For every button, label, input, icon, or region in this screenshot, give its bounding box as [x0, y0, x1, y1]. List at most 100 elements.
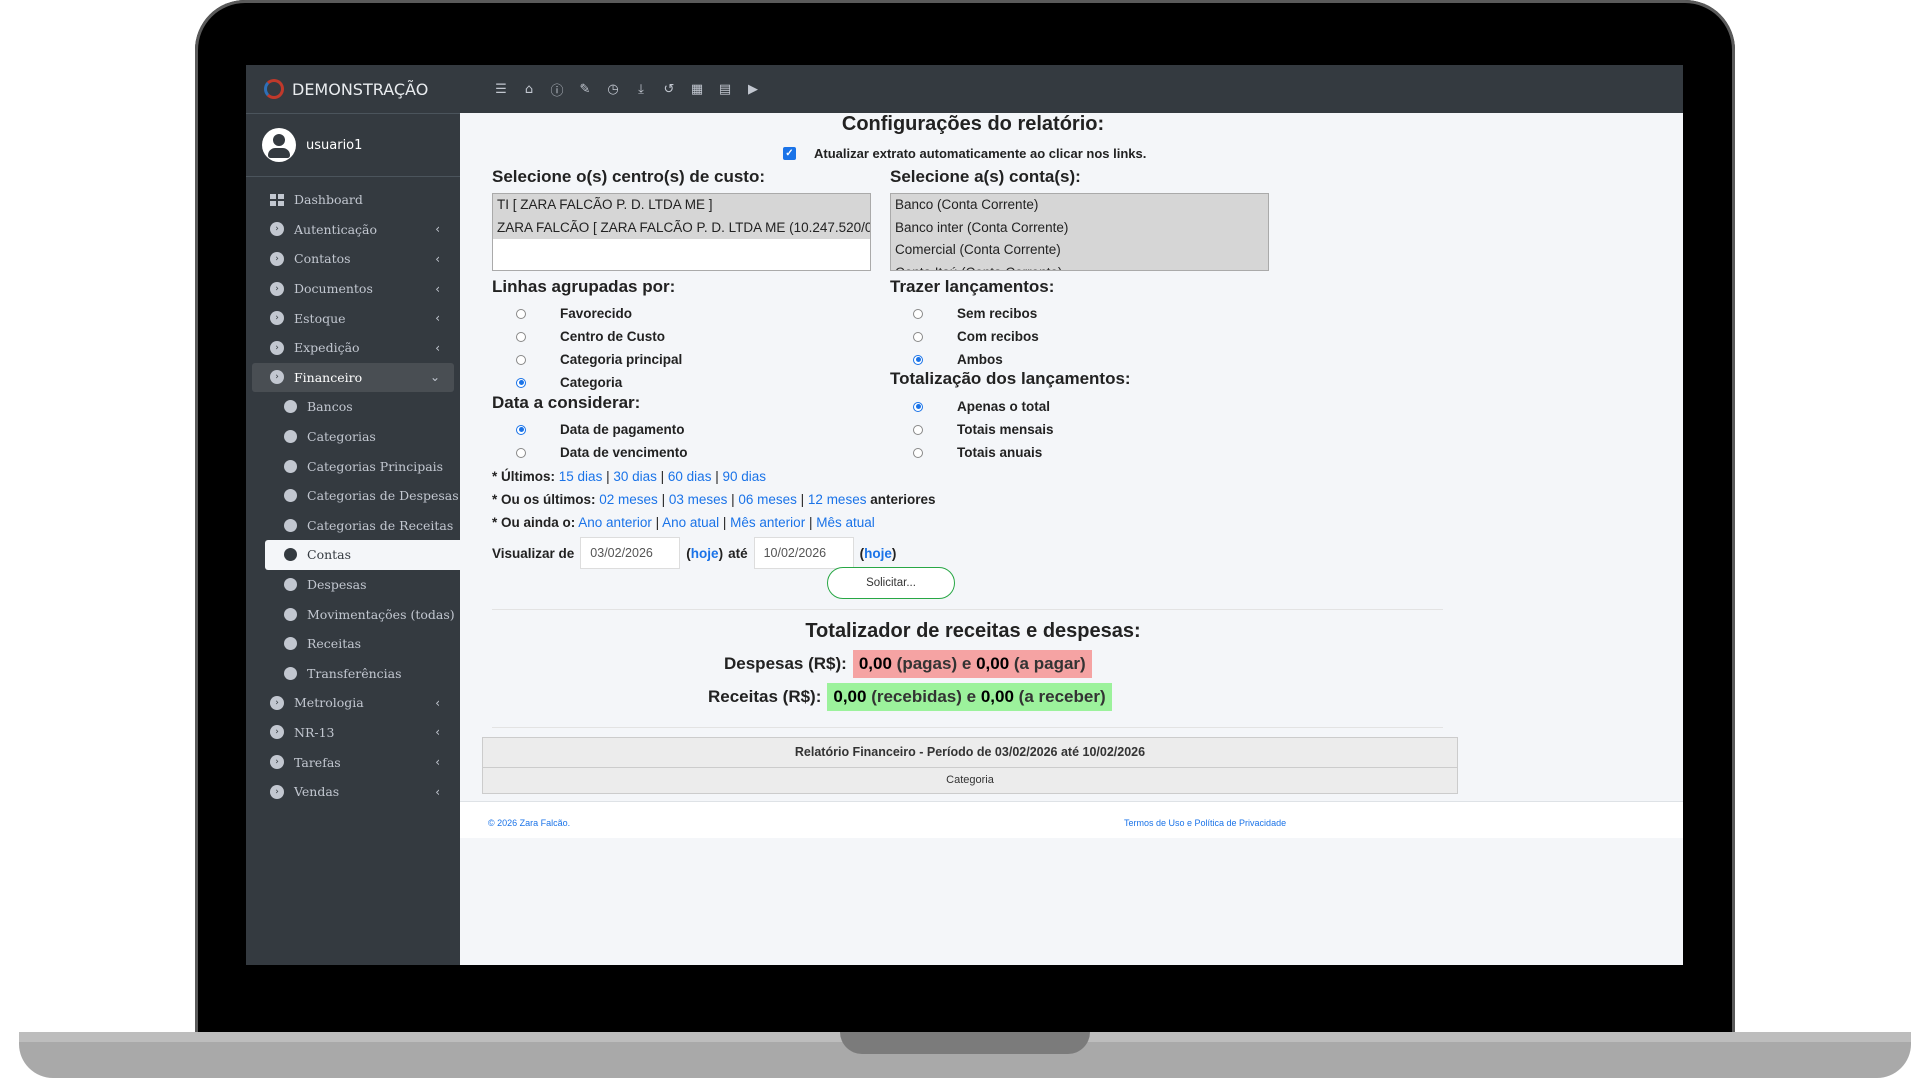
sidebar-item-nr13[interactable]: › NR-13 ‹ — [246, 718, 460, 748]
radio-button[interactable] — [516, 447, 526, 458]
home-icon[interactable]: ⌂ — [522, 82, 536, 97]
user-panel[interactable]: usuario1 — [246, 114, 460, 177]
account-option[interactable]: Comercial (Conta Corrente) — [891, 239, 1268, 262]
totals-option-anuais[interactable]: Totais anuais — [913, 445, 1042, 460]
sidebar-sub-categorias-receitas[interactable]: Categorias de Receitas — [246, 511, 460, 541]
group-option-favorecido[interactable]: Favorecido — [516, 306, 632, 321]
sidebar-sub-bancos[interactable]: Bancos — [246, 392, 460, 422]
sidebar-item-expedicao[interactable]: › Expedição ‹ — [246, 333, 460, 363]
report-table: Relatório Financeiro - Período de 03/02/… — [482, 737, 1458, 794]
sidebar-item-financeiro[interactable]: › Financeiro ⌄ — [252, 362, 454, 393]
hoje-link-to[interactable]: hoje — [864, 546, 892, 561]
cost-center-option[interactable]: ZARA FALCÃO [ ZARA FALCÃO P. D. LTDA ME … — [493, 216, 870, 239]
menu-icon[interactable]: ☰ — [494, 82, 508, 97]
solicitar-button[interactable]: Solicitar... — [827, 567, 955, 599]
sidebar-nav: Dashboard › Autenticação ‹ › Contatos ‹ › Doc… — [246, 177, 460, 806]
radio-button[interactable] — [913, 308, 923, 319]
footer-terms-link[interactable]: Termos de Uso e Política de Privacidade — [1124, 818, 1286, 828]
totals-option-mensais[interactable]: Totais mensais — [913, 422, 1054, 437]
chevron-left-icon: ‹ — [435, 695, 440, 710]
account-option[interactable]: Banco (Conta Corrente) — [891, 194, 1268, 217]
despesas-row: Despesas (R$): 0,00 (pagas) e 0,00 (a pa… — [724, 650, 1092, 678]
sidebar-item-metrologia[interactable]: › Metrologia ‹ — [246, 688, 460, 718]
sidebar-sub-movimentacoes[interactable]: Movimentações (todas) — [246, 599, 460, 629]
group-option-categoria[interactable]: Categoria — [516, 375, 622, 390]
brand[interactable]: DEMONSTRAÇÃO — [246, 65, 460, 114]
date-to-input[interactable]: 10/02/2026 — [753, 537, 854, 569]
date-option-vencimento[interactable]: Data de vencimento — [516, 445, 688, 460]
quick-ou-ultimos: * Ou os últimos: 02 meses | 03 meses | 0… — [492, 492, 936, 507]
auto-update-row[interactable]: ✓ Atualizar extrato automaticamente ao c… — [783, 146, 1146, 161]
sidebar-sub-categorias[interactable]: Categorias — [246, 422, 460, 452]
radio-button-selected[interactable] — [516, 424, 526, 435]
sidebar-item-estoque[interactable]: › Estoque ‹ — [246, 303, 460, 333]
calendar-icon[interactable]: ▦ — [690, 82, 704, 97]
document-icon[interactable]: ▤ — [718, 82, 732, 97]
sidebar-item-vendas[interactable]: › Vendas ‹ — [246, 777, 460, 807]
totals-option-apenas-total[interactable]: Apenas o total — [913, 399, 1050, 414]
sidebar-item-dashboard[interactable]: Dashboard — [246, 185, 460, 215]
download-icon[interactable]: ⤓ — [634, 82, 648, 97]
sidebar-sub-categorias-principais[interactable]: Categorias Principais — [246, 451, 460, 481]
link-03-meses[interactable]: 03 meses — [669, 492, 728, 507]
link-mes-atual[interactable]: Mês atual — [816, 515, 875, 530]
link-mes-anterior[interactable]: Mês anterior — [730, 515, 805, 530]
link-90-dias[interactable]: 90 dias — [722, 469, 766, 484]
sidebar-item-contatos[interactable]: › Contatos ‹ — [246, 244, 460, 274]
group-option-centro-custo[interactable]: Centro de Custo — [516, 329, 665, 344]
group-option-categoria-principal[interactable]: Categoria principal — [516, 352, 682, 367]
link-ano-anterior[interactable]: Ano anterior — [578, 515, 652, 530]
group-label: Linhas agrupadas por: — [492, 277, 676, 296]
link-ano-atual[interactable]: Ano atual — [662, 515, 719, 530]
accounts-select[interactable]: Banco (Conta Corrente) Banco inter (Cont… — [890, 193, 1269, 271]
totals-label: Totalização dos lançamentos: — [890, 369, 1131, 388]
cost-centers-label: Selecione o(s) centro(s) de custo: — [492, 167, 765, 186]
divider — [492, 609, 1443, 610]
bring-option-sem-recibos[interactable]: Sem recibos — [913, 306, 1037, 321]
bring-option-com-recibos[interactable]: Com recibos — [913, 329, 1039, 344]
circle-icon — [284, 637, 297, 651]
history-icon[interactable]: ↺ — [662, 82, 676, 97]
account-option[interactable]: Banco inter (Conta Corrente) — [891, 216, 1268, 239]
sidebar-sub-receitas[interactable]: Receitas — [246, 629, 460, 659]
radio-button[interactable] — [913, 424, 923, 435]
date-option-pagamento[interactable]: Data de pagamento — [516, 422, 685, 437]
sidebar-item-tarefas[interactable]: › Tarefas ‹ — [246, 747, 460, 777]
link-30-dias[interactable]: 30 dias — [613, 469, 657, 484]
date-from-input[interactable]: 03/02/2026 — [580, 537, 681, 569]
sidebar-sub-despesas[interactable]: Despesas — [246, 570, 460, 600]
radio-button[interactable] — [516, 308, 526, 319]
cost-center-option[interactable]: TI [ ZARA FALCÃO P. D. LTDA ME ] — [493, 194, 870, 217]
bring-option-ambos[interactable]: Ambos — [913, 352, 1003, 367]
sidebar-item-autenticacao[interactable]: › Autenticação ‹ — [246, 215, 460, 245]
radio-button[interactable] — [913, 331, 923, 342]
link-02-meses[interactable]: 02 meses — [599, 492, 658, 507]
link-12-meses[interactable]: 12 meses — [808, 492, 867, 507]
edit-icon[interactable]: ✎ — [578, 82, 592, 97]
chevron-circle-icon: › — [270, 340, 284, 355]
report-header: Relatório Financeiro - Período de 03/02/… — [794, 745, 1146, 759]
account-option[interactable]: Conta Itaú (Conta Corrente) — [891, 261, 1268, 270]
link-15-dias[interactable]: 15 dias — [559, 469, 603, 484]
radio-button[interactable] — [913, 447, 923, 458]
link-60-dias[interactable]: 60 dias — [668, 469, 712, 484]
sidebar-sub-transferencias[interactable]: Transferências — [246, 659, 460, 689]
radio-button-selected[interactable] — [516, 377, 526, 388]
hoje-link-from[interactable]: hoje — [691, 546, 719, 561]
sidebar-sub-categorias-despesas[interactable]: Categorias de Despesas — [246, 481, 460, 511]
cost-centers-select[interactable]: TI [ ZARA FALCÃO P. D. LTDA ME ] ZARA FA… — [492, 193, 871, 271]
play-icon[interactable]: ▶ — [746, 82, 760, 97]
footer-copyright[interactable]: © 2026 Zara Falcão. — [488, 818, 570, 828]
clock-icon[interactable]: ◷ — [606, 82, 620, 97]
chevron-circle-icon: › — [270, 725, 284, 740]
sidebar-sub-contas[interactable]: Contas — [265, 540, 460, 570]
radio-button-selected[interactable] — [913, 401, 923, 412]
info-icon[interactable]: ⓘ — [550, 80, 564, 99]
user-avatar-icon — [262, 128, 296, 162]
link-06-meses[interactable]: 06 meses — [738, 492, 797, 507]
auto-update-checkbox[interactable]: ✓ — [783, 147, 796, 160]
radio-button-selected[interactable] — [913, 354, 923, 365]
radio-button[interactable] — [516, 331, 526, 342]
sidebar-item-documentos[interactable]: › Documentos ‹ — [246, 274, 460, 304]
radio-button[interactable] — [516, 354, 526, 365]
